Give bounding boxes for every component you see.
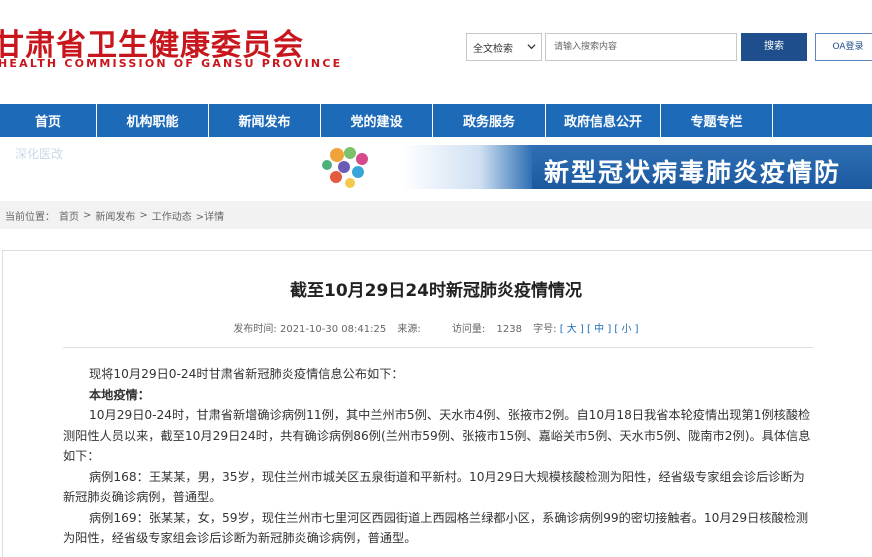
breadcrumb-detail: >详情	[195, 211, 225, 223]
font-size-large-button[interactable]: 大	[567, 324, 577, 335]
covid-banner[interactable]: 新型冠状病毒肺炎疫情防	[292, 145, 872, 189]
article-paragraph: 现将10月29日0-24时甘肃省新冠肺炎疫情信息公布如下：	[89, 367, 404, 381]
breadcrumb-sep: >	[139, 209, 148, 221]
nav-item-services[interactable]: 政务服务	[433, 104, 546, 137]
meta-visits-label: 访问量:	[451, 324, 486, 335]
breadcrumb-work[interactable]: 工作动态	[152, 208, 192, 223]
font-size-small-button[interactable]: 小	[621, 324, 631, 335]
font-size-control: [ 大 ] [ 中 ] [ 小 ]	[559, 324, 639, 335]
breadcrumb-news[interactable]: 新闻发布	[95, 208, 135, 223]
site-logo-english: HEALTH COMMISSION OF GANSU PROVINCE	[0, 57, 343, 70]
nav-item-disclosure[interactable]: 政府信息公开	[546, 104, 661, 137]
breadcrumb-label: 当前位置：	[5, 211, 55, 223]
meta-time-label: 发布时间:	[233, 324, 277, 335]
nav-item-news[interactable]: 新闻发布	[209, 104, 321, 137]
chevron-down-icon	[527, 44, 536, 50]
search-button[interactable]: 搜索	[741, 33, 807, 61]
search-scope-value: 全文检索	[473, 43, 513, 55]
article-paragraph: 病例168：王某某，男，35岁，现住兰州市城关区五泉街道和平新村。10月29日大…	[63, 469, 805, 505]
breadcrumb-home[interactable]: 首页	[59, 208, 79, 223]
nav-item-organization[interactable]: 机构职能	[97, 104, 209, 137]
article-title: 截至10月29日24时新冠肺炎疫情情况	[290, 281, 582, 301]
nav-item-home[interactable]: 首页	[0, 104, 97, 137]
nav-item-topics[interactable]: 专题专栏	[661, 104, 773, 137]
article-paragraph: 10月29日0-24时，甘肃省新增确诊病例11例，其中兰州市5例、天水市4例、张…	[63, 408, 811, 463]
site-header: 甘肃省卫生健康委员会 HEALTH COMMISSION OF GANSU PR…	[0, 0, 872, 104]
font-size-medium-button[interactable]: 中	[594, 324, 604, 335]
nav-item-party[interactable]: 党的建设	[321, 104, 433, 137]
article-paragraph: 病例169：张某某，女，59岁，现住兰州市七里河区西园街道上西园格兰绿都小区，系…	[63, 510, 809, 546]
article-section-heading: 本地疫情：	[89, 387, 150, 402]
breadcrumb-sep: >	[83, 209, 92, 221]
sub-bar-text[interactable]: 深化医改	[15, 145, 63, 162]
main-nav: 首页 机构职能 新闻发布 党的建设 政务服务 政府信息公开 专题专栏	[0, 104, 872, 137]
banner-title: 新型冠状病毒肺炎疫情防	[544, 158, 842, 187]
oa-login-button[interactable]: OA登录	[815, 33, 872, 61]
virus-graphic-icon	[322, 147, 368, 188]
article-meta: 发布时间: 2021-10-30 08:41:25 来源: 访问量: 1238 …	[0, 320, 872, 335]
search-scope-select[interactable]: 全文检索	[466, 33, 542, 61]
meta-visits: 1238	[496, 324, 522, 335]
breadcrumb: 当前位置： 首页 > 新闻发布 > 工作动态 >详情	[0, 201, 872, 229]
banner-graphic	[292, 145, 402, 189]
meta-source-label: 来源:	[397, 324, 421, 335]
search-input[interactable]: 请输入搜索内容	[545, 33, 737, 61]
banner-gradient	[402, 145, 532, 189]
meta-time: 2021-10-30 08:41:25	[279, 324, 387, 335]
divider	[63, 347, 813, 348]
article-body: 现将10月29日0-24时甘肃省新冠肺炎疫情信息公布如下： 本地疫情： 10月2…	[63, 364, 813, 549]
meta-size-label: 字号:	[533, 324, 557, 335]
